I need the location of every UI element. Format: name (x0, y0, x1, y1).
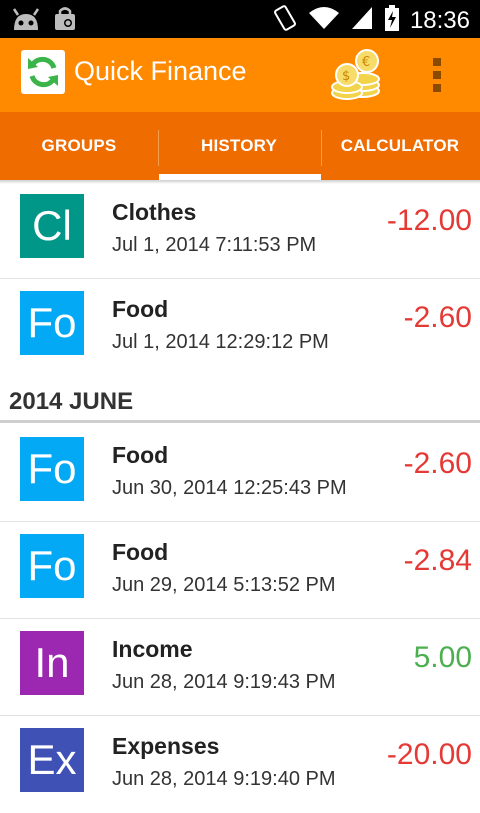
battery-charging-icon (384, 4, 400, 37)
list-item[interactable]: In Income Jun 28, 2014 9:19:43 PM 5.00 (0, 619, 480, 716)
tab-calculator[interactable]: CALCULATOR (320, 112, 480, 180)
category-avatar: Fo (20, 534, 84, 598)
vibrate-icon (272, 4, 298, 37)
tab-divider (158, 130, 159, 166)
category-name: Food (112, 296, 169, 322)
list-item[interactable]: Fo Food Jun 30, 2014 12:25:43 PM -2.60 (0, 425, 480, 522)
category-avatar: Ex (20, 728, 84, 792)
section-header: 2014 JUNE (0, 376, 480, 423)
tab-bar: GROUPS HISTORY CALCULATOR (0, 112, 480, 180)
overflow-menu-icon[interactable] (432, 58, 442, 92)
status-bar: 18:36 (0, 0, 480, 38)
list-item[interactable]: Fo Food Jun 29, 2014 5:13:52 PM -2.84 (0, 522, 480, 619)
wifi-icon (308, 5, 340, 36)
clock-time: 18:36 (409, 6, 470, 34)
category-name: Food (112, 539, 169, 565)
category-avatar: In (20, 631, 84, 695)
sync-icon[interactable] (21, 50, 65, 94)
svg-text:$: $ (342, 69, 350, 84)
category-avatar: Cl (20, 194, 84, 258)
entry-amount: 5.00 (413, 641, 472, 674)
signal-icon (350, 5, 374, 36)
entry-date: Jul 1, 2014 7:11:53 PM (112, 234, 317, 256)
entry-date: Jul 1, 2014 12:29:12 PM (112, 331, 329, 353)
section-divider (0, 420, 480, 423)
tab-history[interactable]: HISTORY (158, 112, 320, 180)
list-item[interactable]: Fo Food Jul 1, 2014 12:29:12 PM -2.60 (0, 279, 480, 376)
category-name: Income (112, 636, 193, 662)
category-name: Expenses (112, 733, 220, 759)
list-item[interactable]: Ex Expenses Jun 28, 2014 9:19:40 PM -20.… (0, 716, 480, 813)
android-debug-icon (10, 6, 42, 37)
coins-icon[interactable]: € $ (329, 47, 383, 106)
entry-amount: -2.60 (403, 447, 472, 480)
section-title: 2014 JUNE (9, 388, 134, 415)
entry-date: Jun 29, 2014 5:13:52 PM (112, 574, 336, 596)
svg-text:€: € (362, 55, 370, 70)
shopping-bag-icon (52, 6, 78, 37)
entry-amount: -2.84 (403, 544, 472, 577)
entry-date: Jun 30, 2014 12:25:43 PM (112, 477, 347, 499)
action-bar: Quick Finance € $ (0, 38, 480, 112)
category-name: Food (112, 442, 169, 468)
entry-date: Jun 28, 2014 9:19:40 PM (112, 768, 336, 790)
entry-amount: -20.00 (386, 738, 472, 771)
category-name: Clothes (112, 199, 197, 225)
tab-divider (321, 130, 322, 166)
category-avatar: Fo (20, 437, 84, 501)
entry-amount: -2.60 (403, 301, 472, 334)
tab-groups[interactable]: GROUPS (0, 112, 158, 180)
category-avatar: Fo (20, 291, 84, 355)
entry-date: Jun 28, 2014 9:19:43 PM (112, 671, 336, 693)
entry-amount: -12.00 (386, 204, 472, 237)
app-title: Quick Finance (74, 56, 247, 86)
list-item[interactable]: Cl Clothes Jul 1, 2014 7:11:53 PM -12.00 (0, 182, 480, 279)
